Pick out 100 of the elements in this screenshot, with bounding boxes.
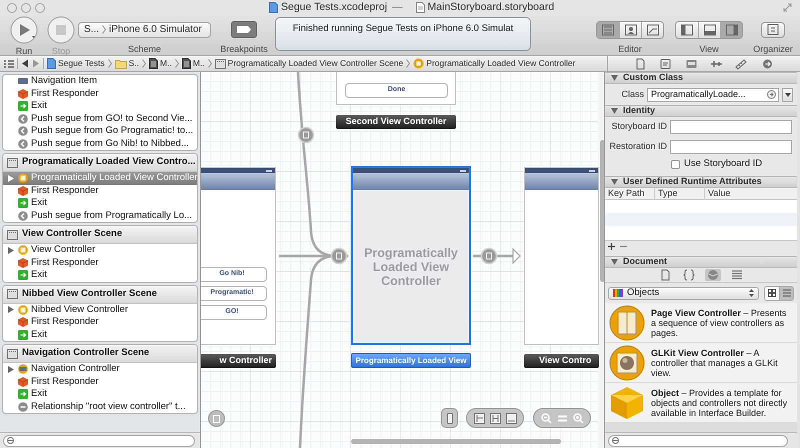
pane-icon <box>680 24 694 36</box>
size-inspector-button[interactable] <box>735 58 748 70</box>
class-combo-box[interactable]: ProgramaticallyLoade... <box>647 88 779 102</box>
breadcrumb-item[interactable]: Programatically Loaded View Controller <box>413 57 576 70</box>
disclosure-triangle-icon[interactable] <box>611 259 618 265</box>
dropdown-button[interactable] <box>782 88 793 102</box>
segmented-control[interactable] <box>596 20 664 38</box>
scheme-popup[interactable]: S... iPhone 6.0 Simulator <box>78 22 211 38</box>
quick-help-button[interactable] <box>659 58 672 70</box>
organizer-button[interactable] <box>761 22 785 38</box>
outline-row[interactable]: Exit <box>3 328 197 341</box>
column-header[interactable]: Value <box>705 186 797 200</box>
window-title: Segue Tests.xcodeproj <box>281 0 388 15</box>
scene-label[interactable]: w Controller <box>201 354 276 368</box>
library-item[interactable]: Object – Provides a template for objects and controllers not directly available in Interface Builder. <box>605 383 797 422</box>
breadcrumb-item[interactable]: Programatically Loaded View Controller Scene <box>214 57 404 70</box>
breadcrumb-item[interactable]: M.. <box>182 57 205 70</box>
vertical-scrollbar[interactable] <box>600 140 604 282</box>
outline-row[interactable]: First Responder <box>3 256 197 269</box>
scene-label[interactable]: Second View Controller <box>336 115 456 129</box>
scene-icon <box>7 230 18 240</box>
connections-inspector-button[interactable] <box>760 58 774 70</box>
back-button[interactable] <box>21 59 29 68</box>
library-item[interactable]: GLKit View Controller – A controller that manages a GLKit view. <box>605 343 797 382</box>
phone-icon <box>446 412 452 424</box>
outline-row[interactable]: Push segue from GO! to Second Vie... <box>3 112 197 125</box>
outline-row[interactable]: Exit <box>3 197 197 210</box>
library-item[interactable]: Page View Controller – Presents a sequence of view controllers as pages. <box>605 303 797 342</box>
outline-row[interactable]: Navigation Controller <box>3 363 197 376</box>
outline-row[interactable]: First Responder <box>3 316 197 328</box>
breadcrumb-item[interactable]: S.. <box>114 57 140 70</box>
pin-button[interactable] <box>490 412 500 424</box>
version-editor-button[interactable] <box>641 22 663 38</box>
add-button[interactable] <box>608 242 615 250</box>
segmented-control[interactable] <box>675 20 743 38</box>
scene-header[interactable]: Programatically Loaded View Contro... <box>3 154 197 172</box>
assistant-editor-button[interactable] <box>619 22 641 38</box>
input-field[interactable] <box>670 140 792 154</box>
outline-row[interactable]: First Responder <box>3 376 197 388</box>
grid-view-button[interactable] <box>765 286 779 300</box>
arrow-circle-icon[interactable] <box>767 90 776 99</box>
outline-row[interactable]: Push segue from Programatically Lo... <box>3 210 197 222</box>
disclosure-triangle-icon[interactable] <box>8 246 14 254</box>
outline-row[interactable]: Exit <box>3 388 197 400</box>
controller-icon <box>413 58 424 69</box>
code-snippet-tab[interactable] <box>681 269 697 281</box>
disclosure-triangle-icon[interactable] <box>8 366 14 373</box>
cube-icon <box>18 317 28 328</box>
section-header[interactable]: Custom Class <box>605 72 797 84</box>
input-field[interactable] <box>670 120 792 134</box>
disclosure-triangle-icon[interactable] <box>8 306 14 314</box>
scene-header[interactable]: Nibbed View Controller Scene <box>3 286 197 304</box>
fullscreen-icon[interactable] <box>783 3 792 12</box>
outline-row[interactable]: Nibbed View Controller <box>3 304 197 316</box>
library-popup[interactable]: Objects <box>608 286 759 300</box>
title-separator: — <box>392 0 403 15</box>
align-button[interactable] <box>474 412 484 424</box>
outline-row[interactable]: Push segue from Go Programatic! to... <box>3 125 197 138</box>
navigator-toggle-button[interactable] <box>676 22 698 38</box>
section-header[interactable]: Identity <box>605 105 797 117</box>
disclosure-triangle-icon[interactable] <box>611 75 618 81</box>
breadcrumb-item[interactable]: M.. <box>149 57 172 70</box>
resolve-button[interactable] <box>506 412 516 424</box>
view-controller-frame[interactable] <box>524 167 599 345</box>
breakpoints-button[interactable] <box>231 21 257 38</box>
disclosure-triangle-icon[interactable] <box>8 174 14 182</box>
placeholder-text: Programatically Loaded View Controller <box>363 246 459 288</box>
media-library-tab[interactable] <box>729 269 745 281</box>
outline-row[interactable]: Exit <box>3 269 197 282</box>
outline-row[interactable]: View Controller <box>3 244 197 256</box>
related-items-icon[interactable] <box>4 60 14 68</box>
cube-icon <box>609 384 645 420</box>
outline-row[interactable]: Exit <box>3 100 197 112</box>
object-library-tab[interactable] <box>705 269 721 281</box>
outline-row[interactable]: Push segue from Go Nib! to Nibbed... <box>3 138 197 150</box>
outline-row[interactable]: First Responder <box>3 88 197 100</box>
checkbox[interactable] <box>671 160 680 169</box>
outline-row[interactable]: Relationship "root view controller" t... <box>3 400 197 413</box>
scene-header[interactable]: View Controller Scene <box>3 226 197 244</box>
section-header[interactable]: User Defined Runtime Attributes <box>605 176 797 188</box>
debug-area-toggle-button[interactable] <box>698 22 720 38</box>
list-view-button[interactable] <box>779 286 793 300</box>
scene-header[interactable]: Navigation Controller Scene <box>3 345 197 363</box>
section-header[interactable]: Document <box>605 256 797 268</box>
outline-row[interactable]: Navigation Item <box>3 75 197 88</box>
pane-icon <box>601 24 615 36</box>
scene-label[interactable]: View Contro <box>524 354 599 368</box>
filter-field[interactable] <box>608 434 788 446</box>
identity-inspector-button[interactable] <box>684 58 698 70</box>
filter-field[interactable] <box>3 434 195 446</box>
run-button[interactable]: Run <box>8 16 40 56</box>
disclosure-triangle-icon[interactable] <box>611 108 618 114</box>
standard-editor-button[interactable] <box>597 22 619 38</box>
horizontal-scrollbar[interactable] <box>351 439 561 444</box>
utilities-toggle-button[interactable] <box>720 22 742 38</box>
device-button[interactable] <box>441 408 458 428</box>
file-inspector-button[interactable] <box>634 58 648 70</box>
outline-row[interactable]: First Responder <box>3 184 197 197</box>
disclosure-triangle-icon[interactable] <box>611 179 618 185</box>
breadcrumb-item[interactable]: Segue Tests <box>47 57 105 70</box>
